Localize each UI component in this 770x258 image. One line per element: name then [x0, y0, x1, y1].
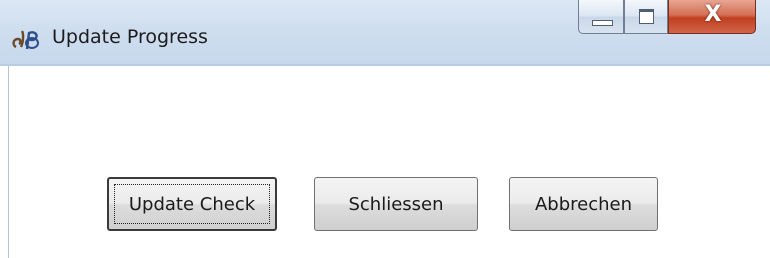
maximize-icon [639, 9, 654, 24]
abbrechen-button[interactable]: Abbrechen [509, 177, 658, 231]
update-progress-window: Update Progress X Update Check Schliesse… [0, 0, 770, 258]
close-icon: X [704, 2, 722, 27]
minimize-icon [592, 20, 613, 26]
minimize-button[interactable] [578, 0, 624, 34]
maximize-button[interactable] [624, 0, 668, 34]
title-bar[interactable]: Update Progress X [0, 0, 770, 66]
close-window-button[interactable]: X [668, 0, 756, 34]
jp-logo-icon [12, 30, 39, 50]
window-title: Update Progress [52, 26, 208, 48]
caption-buttons: X [578, 0, 770, 36]
update-check-button[interactable]: Update Check [107, 177, 277, 231]
schliessen-button[interactable]: Schliessen [314, 177, 478, 231]
focus-rectangle [114, 184, 270, 224]
window-left-border [8, 66, 9, 258]
schliessen-label: Schliessen [348, 193, 444, 215]
abbrechen-label: Abbrechen [534, 193, 633, 215]
